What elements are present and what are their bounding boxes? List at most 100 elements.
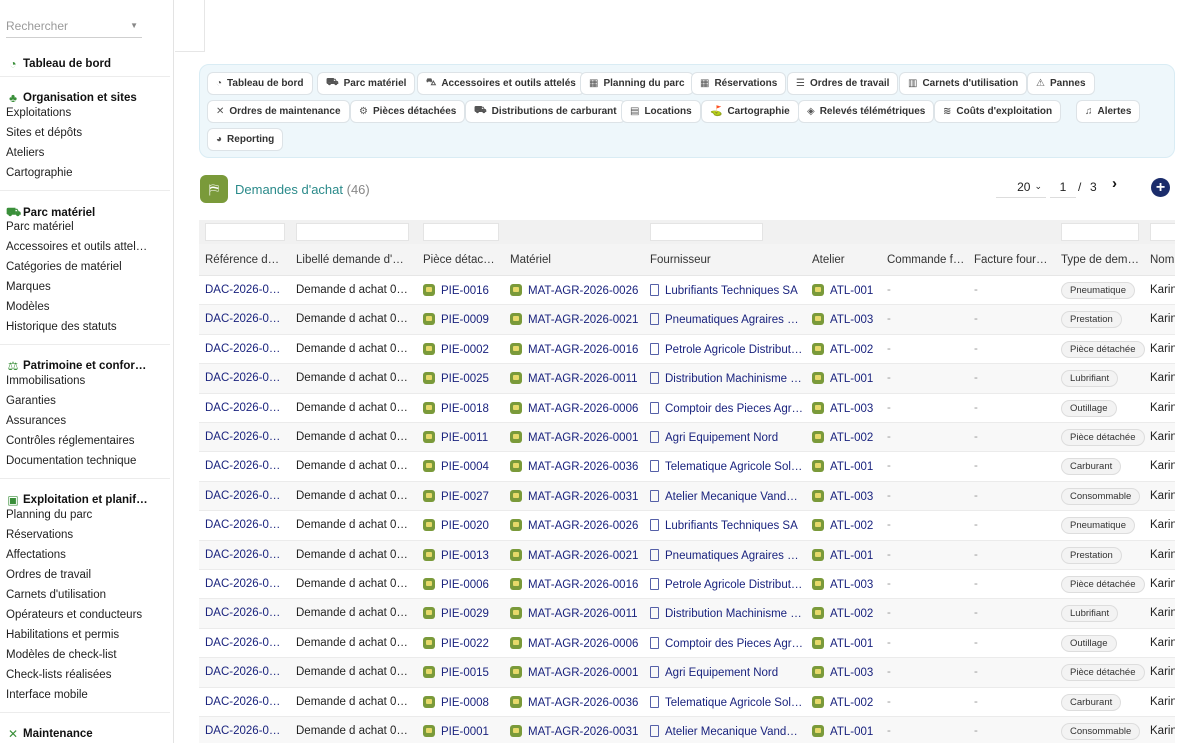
column-header[interactable]: Facture four…	[974, 254, 1056, 266]
sidebar-item[interactable]: Immobilisations	[6, 375, 166, 387]
filter-reference[interactable]	[205, 223, 285, 241]
module-chip-15[interactable]: ♫ Alertes	[1076, 100, 1141, 123]
table-row[interactable]: DAC-2026-0031 Demande d achat 0031 PIE-000…	[199, 717, 1175, 743]
sidebar-item[interactable]: Contrôles réglementaires	[6, 435, 166, 447]
filter-libelle[interactable]	[296, 223, 409, 241]
sidebar-item[interactable]: Garanties	[6, 395, 166, 407]
sidebar-item[interactable]: Modèles	[6, 301, 166, 313]
table-row[interactable]: DAC-2026-0045 Demande d achat 0045 PIE-000…	[199, 305, 1175, 335]
sidebar-item[interactable]: Assurances	[6, 415, 166, 427]
cell-piece[interactable]: PIE-0025	[423, 372, 499, 385]
cell-ref[interactable]: DAC-2026-0038	[205, 519, 285, 531]
cell-atelier[interactable]: ATL-002	[812, 431, 882, 444]
sidebar-item[interactable]: Modèles de check-list	[6, 649, 166, 661]
cell-materiel[interactable]: MAT-AGR-2026-0021	[510, 313, 645, 326]
cell-fournisseur[interactable]: Lubrifiants Techniques SA	[650, 519, 805, 532]
cell-ref[interactable]: DAC-2026-0040	[205, 460, 285, 472]
table-row[interactable]: DAC-2026-0033 Demande d achat 0033 PIE-001…	[199, 658, 1175, 688]
cell-piece[interactable]: PIE-0029	[423, 607, 499, 620]
table-row[interactable]: DAC-2026-0032 Demande d achat 0032 PIE-000…	[199, 688, 1175, 717]
sidebar-section-2[interactable]: ⛟ Parc matériel	[6, 205, 95, 221]
table-row[interactable]: DAC-2026-0043 Demande d achat 0043 PIE-002…	[199, 364, 1175, 394]
cell-atelier[interactable]: ATL-001	[812, 284, 882, 297]
sidebar-section-5[interactable]: ✕ Maintenance	[6, 727, 93, 741]
cell-fournisseur[interactable]: Pneumatiques Agraires …	[650, 548, 805, 562]
sidebar-item[interactable]: Historique des statuts	[6, 321, 166, 333]
sidebar-item[interactable]: Check-lists réalisées	[6, 669, 166, 681]
cell-atelier[interactable]: ATL-001	[812, 372, 882, 385]
cell-piece[interactable]: PIE-0008	[423, 695, 499, 709]
cell-ref[interactable]: DAC-2026-0034	[205, 637, 285, 649]
cell-materiel[interactable]: MAT-AGR-2026-0031	[510, 725, 645, 738]
column-header[interactable]: Commande f…	[887, 254, 969, 266]
page-size-select[interactable]: 20 ⌄	[996, 176, 1046, 198]
module-chip-14[interactable]: ≋ Coûts d'exploitation	[934, 100, 1062, 123]
cell-atelier[interactable]: ATL-003	[812, 401, 882, 415]
sidebar-item[interactable]: Catégories de matériel	[6, 261, 166, 273]
table-row[interactable]: DAC-2026-0040 Demande d achat 0040 PIE-000…	[199, 452, 1175, 482]
cell-atelier[interactable]: ATL-003	[812, 313, 882, 326]
cell-atelier[interactable]: ATL-001	[812, 725, 882, 738]
cell-piece[interactable]: PIE-0018	[423, 401, 499, 415]
cell-atelier[interactable]: ATL-001	[812, 460, 882, 473]
cell-materiel[interactable]: MAT-AGR-2026-0006	[510, 401, 645, 415]
column-header[interactable]: Fournisseur	[650, 254, 805, 266]
cell-piece[interactable]: PIE-0002	[423, 342, 499, 356]
column-header[interactable]: Type de dem…	[1061, 254, 1141, 266]
cell-atelier[interactable]: ATL-001	[812, 636, 882, 650]
column-header[interactable]: Pièce détach…	[423, 254, 499, 266]
cell-materiel[interactable]: MAT-AGR-2026-0021	[510, 548, 645, 562]
column-header[interactable]: Référence de…	[205, 254, 285, 266]
cell-materiel[interactable]: MAT-AGR-2026-0031	[510, 489, 645, 503]
cell-atelier[interactable]: ATL-003	[812, 666, 882, 679]
sidebar-item[interactable]: Affectations	[6, 549, 166, 561]
table-row[interactable]: DAC-2026-0042 Demande d achat 0042 PIE-001…	[199, 394, 1175, 423]
cell-piece[interactable]: PIE-0016	[423, 284, 499, 297]
cell-ref[interactable]: DAC-2026-0031	[205, 725, 285, 737]
cell-fournisseur[interactable]: Distribution Machinisme …	[650, 372, 805, 385]
cell-ref[interactable]: DAC-2026-0039	[205, 490, 285, 502]
cell-ref[interactable]: DAC-2026-0045	[205, 313, 285, 325]
cell-fournisseur[interactable]: Agri Equipement Nord	[650, 666, 805, 679]
cell-atelier[interactable]: ATL-002	[812, 695, 882, 709]
cell-piece[interactable]: PIE-0001	[423, 725, 499, 738]
cell-ref[interactable]: DAC-2026-0035	[205, 607, 285, 619]
filter-piece[interactable]	[423, 223, 499, 241]
cell-fournisseur[interactable]: Lubrifiants Techniques SA	[650, 284, 805, 297]
cell-materiel[interactable]: MAT-AGR-2026-0011	[510, 372, 645, 385]
cell-ref[interactable]: DAC-2026-0044	[205, 343, 285, 355]
cell-fournisseur[interactable]: Distribution Machinisme …	[650, 607, 805, 620]
sidebar-item[interactable]: Documentation technique	[6, 455, 166, 467]
table-row[interactable]: DAC-2026-0039 Demande d achat 0039 PIE-002…	[199, 481, 1175, 512]
cell-atelier[interactable]: ATL-002	[812, 519, 882, 532]
table-row[interactable]: DAC-2026-0046 Demande d achat 0046 PIE-001…	[199, 276, 1175, 306]
module-chip-10[interactable]: ⛟ Distributions de carburant	[465, 100, 626, 123]
module-chip-16[interactable]: ◕ Reporting	[207, 128, 284, 151]
sidebar-item[interactable]: Habilitations et permis	[6, 629, 166, 641]
module-chip-1[interactable]: ⛟ Parc matériel	[317, 72, 416, 95]
module-chip-13[interactable]: ◈ Relevés télémétriques	[798, 100, 935, 123]
cell-materiel[interactable]: MAT-AGR-2026-0036	[510, 695, 645, 709]
cell-materiel[interactable]: MAT-AGR-2026-0001	[510, 666, 645, 679]
cell-fournisseur[interactable]: Atelier Mecanique Vand…	[650, 725, 805, 738]
sidebar-section-3[interactable]: ⚖ Patrimoine et confor…	[6, 359, 147, 373]
search-select[interactable]: Rechercher ▼	[6, 14, 142, 38]
cell-ref[interactable]: DAC-2026-0033	[205, 666, 285, 678]
column-header[interactable]: Libellé demande d'a…	[296, 254, 409, 266]
cell-materiel[interactable]: MAT-AGR-2026-0026	[510, 284, 645, 297]
cell-ref[interactable]: DAC-2026-0032	[205, 696, 285, 708]
cell-fournisseur[interactable]: Telematique Agricole Sol…	[650, 460, 805, 473]
sidebar-section-1[interactable]: ♣ Organisation et sites	[6, 91, 137, 105]
sidebar-item[interactable]: Ateliers	[6, 147, 166, 159]
cell-fournisseur[interactable]: Agri Equipement Nord	[650, 431, 805, 444]
page-number-input[interactable]: 1	[1050, 176, 1076, 198]
module-chip-7[interactable]: ⚠ Pannes	[1027, 72, 1095, 95]
cell-materiel[interactable]: MAT-AGR-2026-0016	[510, 342, 645, 356]
sidebar-item[interactable]: Carnets d'utilisation	[6, 589, 166, 601]
cell-materiel[interactable]: MAT-AGR-2026-0001	[510, 431, 645, 444]
module-chip-3[interactable]: ▦ Planning du parc	[580, 72, 694, 95]
column-header[interactable]: Matériel	[510, 254, 645, 266]
cell-piece[interactable]: PIE-0020	[423, 519, 499, 532]
cell-fournisseur[interactable]: Petrole Agricole Distribut…	[650, 342, 805, 356]
sidebar-item[interactable]: Parc matériel	[6, 221, 166, 233]
